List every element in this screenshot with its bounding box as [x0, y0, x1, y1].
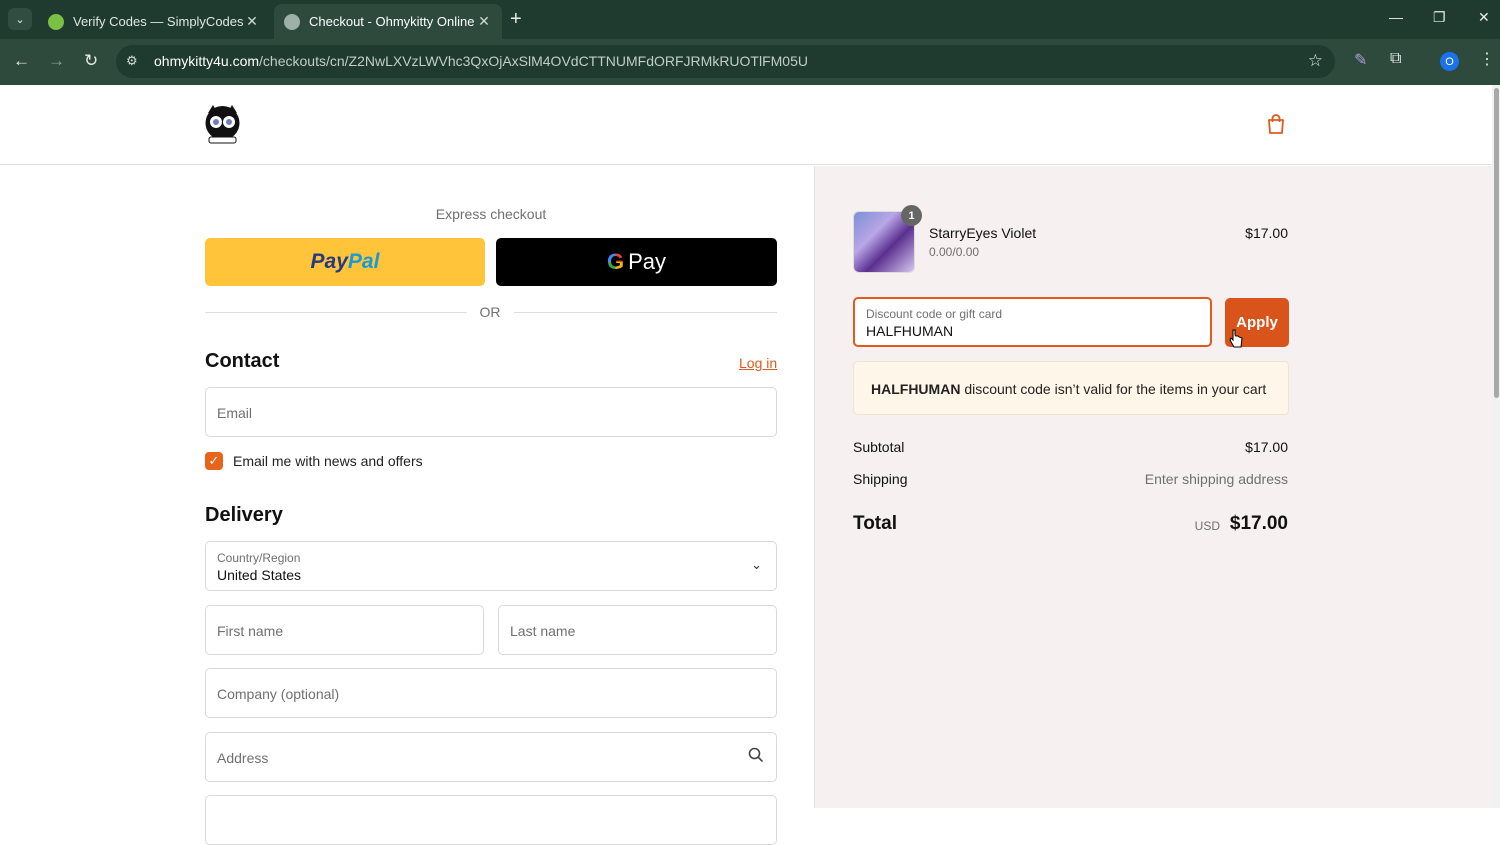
reload-icon[interactable]: ↻ [84, 51, 98, 71]
bookmark-star-icon[interactable]: ☆ [1308, 51, 1323, 71]
globe-icon [284, 13, 300, 30]
paypal-button[interactable]: Pay Pal [205, 238, 485, 286]
url-text: ohmykitty4u.com/checkouts/cn/Z2NwLXVzLWV… [154, 53, 808, 69]
browser-toolbar: ← → ↻ ⚙ ohmykitty4u.com/checkouts/cn/Z2N… [0, 39, 1500, 85]
discount-label: Discount code or gift card [866, 307, 1003, 321]
shipping-label: Shipping [853, 471, 908, 487]
checkout-form: Express checkout Pay Pal G Pay OR Contact … [0, 166, 814, 845]
tab-checkout[interactable]: Checkout - Ohmykitty Online St ✕ [274, 4, 502, 39]
extensions-puzzle-icon[interactable]: ⧉ [1390, 50, 1401, 68]
product-variant: 0.00/0.00 [929, 245, 980, 259]
minimize-icon[interactable]: — [1389, 9, 1403, 25]
google-pay-button[interactable]: G Pay [496, 238, 777, 286]
first-name-placeholder: First name [217, 623, 284, 639]
order-summary: 1 StarryEyes Violet 0.00/0.00 $17.00 Dis… [814, 166, 1492, 808]
last-name-placeholder: Last name [510, 623, 576, 639]
discount-value: HALFHUMAN [866, 323, 954, 339]
site-settings-icon[interactable]: ⚙ [126, 53, 138, 69]
company-placeholder: Company (optional) [217, 686, 340, 702]
checkout-page: Express checkout Pay Pal G Pay OR Contact … [0, 85, 1492, 845]
address-field[interactable]: Address [205, 732, 777, 782]
country-value: United States [217, 567, 302, 583]
error-message: HALFHUMAN discount code isn’t valid for … [871, 381, 1267, 397]
restore-icon[interactable]: ❐ [1433, 9, 1446, 26]
discount-error-banner: HALFHUMAN discount code isn’t valid for … [853, 361, 1289, 415]
company-field[interactable]: Company (optional) [205, 668, 777, 718]
store-header [0, 85, 1492, 165]
forward-arrow-icon[interactable]: → [48, 51, 65, 71]
tab-title: Checkout - Ohmykitty Online St [309, 14, 476, 29]
contact-heading: Contact [205, 350, 280, 372]
country-select[interactable]: Country/Region United States ⌄ [205, 541, 777, 591]
product-price: $17.00 [1245, 225, 1288, 241]
discount-code-input[interactable]: Discount code or gift card HALFHUMAN [853, 297, 1212, 347]
email-placeholder: Email [217, 405, 253, 421]
total-currency: USD [1194, 519, 1220, 533]
product-name: StarryEyes Violet [929, 225, 1037, 241]
last-name-field[interactable]: Last name [498, 605, 777, 655]
feather-extension-icon[interactable]: ✎ [1354, 50, 1367, 70]
divider [205, 312, 467, 313]
first-name-field[interactable]: First name [205, 605, 484, 655]
tab-simplycodes[interactable]: Verify Codes — SimplyCodes ✕ [38, 4, 270, 39]
browser-tab-bar: ⌄ Verify Codes — SimplyCodes ✕ Checkout … [0, 0, 1500, 39]
scrollbar-thumb[interactable] [1494, 88, 1499, 398]
express-checkout-label: Express checkout [435, 206, 547, 222]
shipping-value: Enter shipping address [1144, 471, 1288, 487]
divider [514, 312, 777, 313]
email-field[interactable]: Email [205, 387, 777, 437]
simplycodes-favicon-icon [48, 13, 64, 30]
shopping-bag-icon[interactable] [1265, 113, 1287, 140]
ohmykitty-logo[interactable] [204, 105, 241, 145]
google-g-icon: G [606, 249, 625, 274]
new-tab-plus-icon[interactable]: + [510, 9, 522, 29]
back-arrow-icon[interactable]: ← [13, 51, 30, 71]
close-tab-icon[interactable]: ✕ [244, 13, 260, 30]
subtotal-label: Subtotal [853, 439, 905, 455]
quantity-badge: 1 [901, 205, 922, 226]
subtotal-value: $17.00 [1245, 439, 1288, 455]
or-separator: OR [479, 304, 501, 320]
country-label: Country/Region [217, 551, 301, 565]
newsletter-label: Email me with news and offers [233, 453, 423, 469]
close-window-icon[interactable]: ✕ [1478, 9, 1490, 26]
login-link[interactable]: Log in [739, 355, 777, 371]
chevron-down-icon: ⌄ [751, 557, 762, 572]
hand-cursor-icon [1229, 329, 1243, 354]
browser-menu-icon[interactable]: ⋮ [1479, 49, 1495, 69]
delivery-heading: Delivery [205, 504, 283, 526]
close-tab-icon[interactable]: ✕ [476, 13, 492, 30]
apartment-field[interactable] [205, 795, 777, 845]
profile-avatar[interactable]: O [1440, 52, 1459, 71]
address-bar[interactable]: ⚙ ohmykitty4u.com/checkouts/cn/Z2NwLXVzL… [116, 45, 1335, 78]
tab-title: Verify Codes — SimplyCodes [73, 14, 244, 29]
tab-search-button[interactable]: ⌄ [8, 8, 32, 30]
search-icon [748, 747, 764, 768]
newsletter-checkbox[interactable]: ✓ [205, 452, 223, 470]
total-value: $17.00 [1229, 513, 1288, 534]
total-label: Total [853, 513, 897, 534]
address-placeholder: Address [217, 750, 269, 766]
